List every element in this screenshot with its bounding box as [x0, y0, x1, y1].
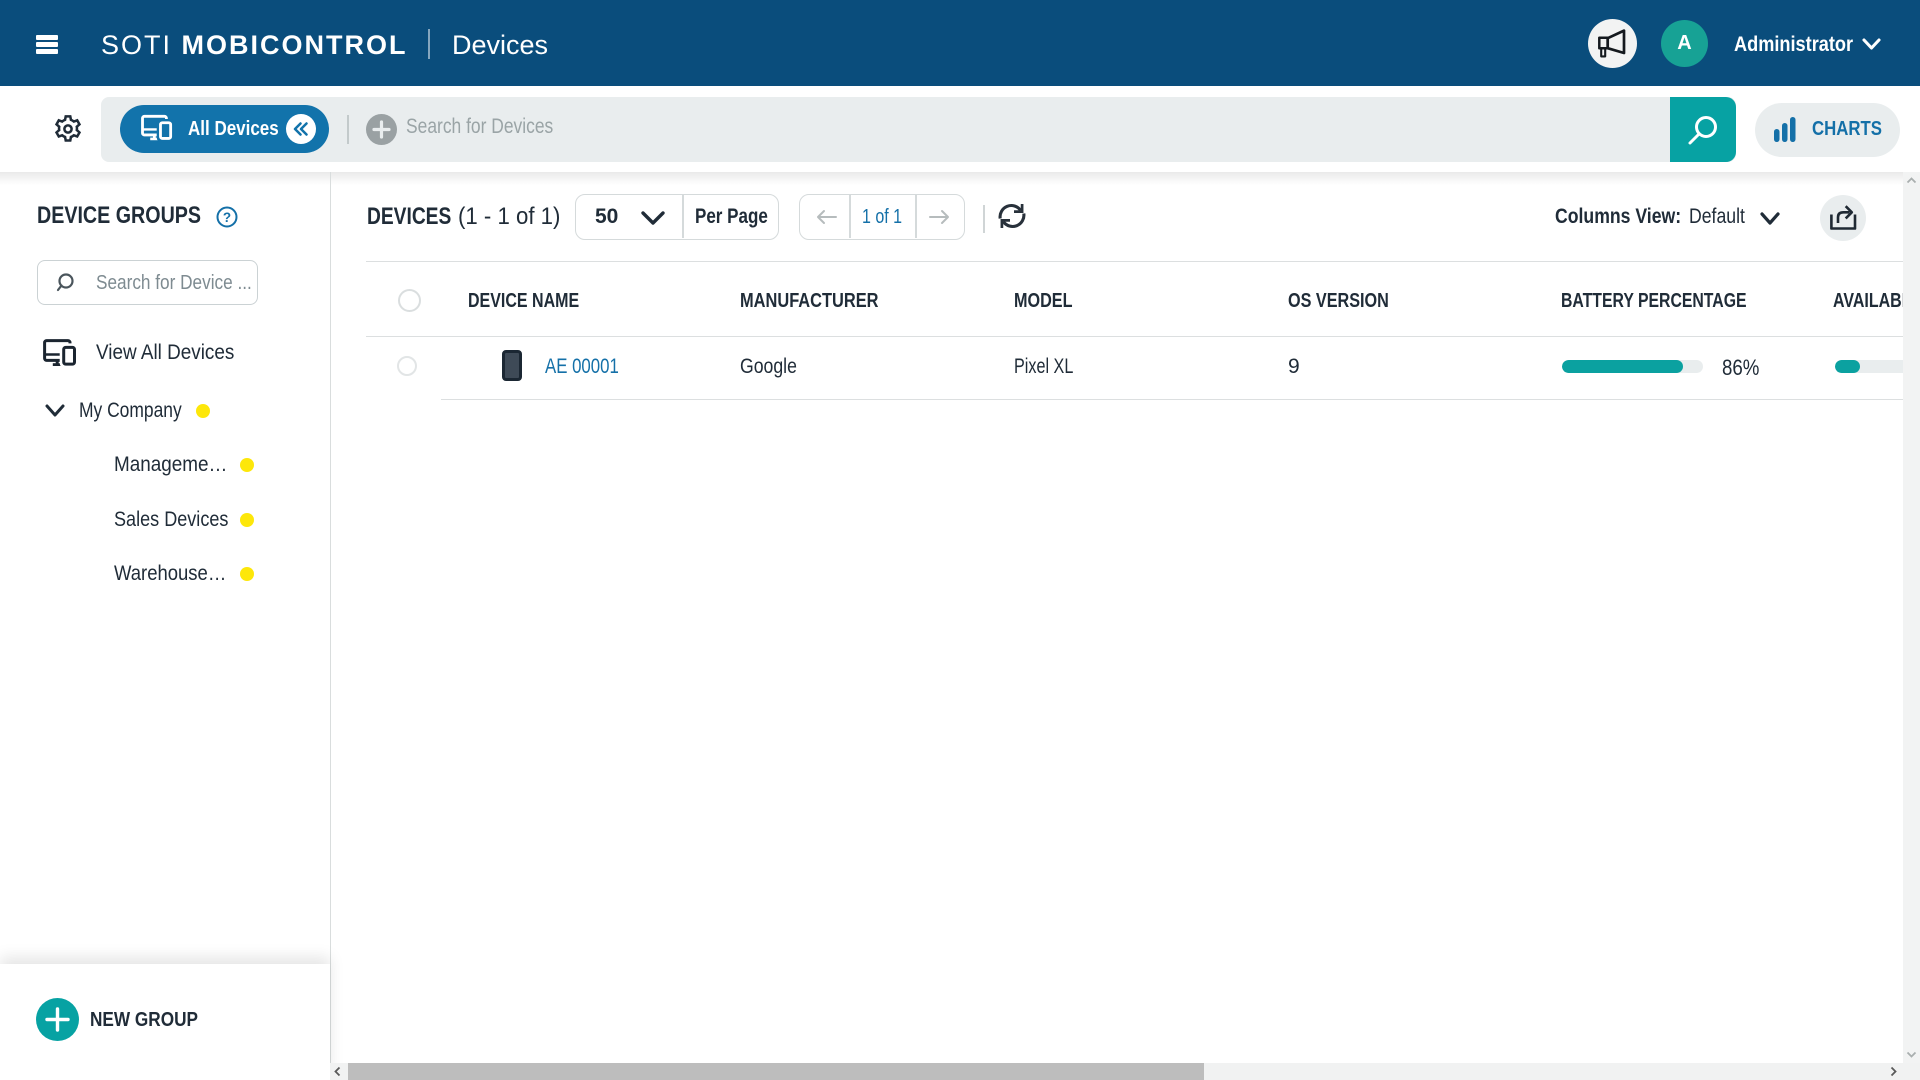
svg-text:?: ?: [223, 210, 231, 225]
